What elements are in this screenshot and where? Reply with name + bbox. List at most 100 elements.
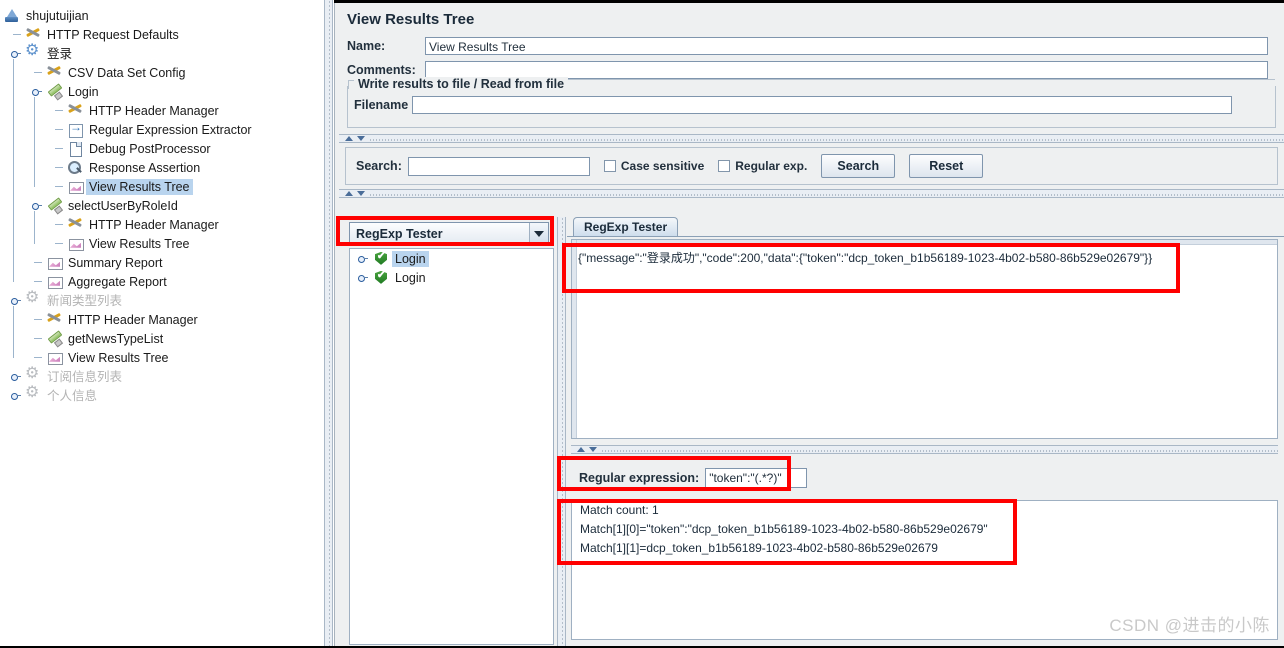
listener-icon bbox=[46, 274, 63, 290]
extractor-icon bbox=[67, 119, 84, 138]
match-line: Match[1][0]="token":"dcp_token_b1b56189-… bbox=[580, 522, 988, 536]
tree-expand-handle-icon[interactable] bbox=[11, 391, 21, 400]
tree-item[interactable]: Summary Report bbox=[0, 253, 165, 272]
collapse-up-icon[interactable] bbox=[345, 136, 353, 141]
tree-expand-handle-icon[interactable] bbox=[358, 273, 368, 283]
search-button[interactable]: Search bbox=[821, 154, 896, 178]
tree-connector bbox=[34, 319, 42, 320]
tree-item[interactable]: Response Assertion bbox=[0, 158, 203, 177]
listener-icon bbox=[67, 236, 84, 252]
tree-connector bbox=[34, 211, 35, 244]
match-line: Match count: 1 bbox=[580, 503, 659, 517]
success-shield-icon bbox=[373, 249, 390, 267]
regular-expression-row: Regular expression: "token":"(.*?)" bbox=[571, 463, 1278, 493]
regular-expression-input[interactable]: "token":"(.*?)" bbox=[705, 468, 808, 488]
tree-connector bbox=[34, 357, 42, 358]
tree-item-label: View Results Tree bbox=[89, 236, 190, 251]
write-results-group: Write results to file / Read from file F… bbox=[347, 77, 1276, 128]
search-toolbar: Search: Case sensitive Regular exp. Sear… bbox=[345, 147, 1278, 185]
tree-item[interactable]: CSV Data Set Config bbox=[0, 63, 188, 82]
regular-exp-label: Regular exp. bbox=[735, 159, 808, 173]
detail-column: RegExp Tester {"message":"登录成功","code":2… bbox=[567, 217, 1284, 648]
tree-connector bbox=[55, 224, 63, 225]
tab-regexp-tester[interactable]: RegExp Tester bbox=[573, 217, 679, 237]
detail-inner-divider[interactable] bbox=[571, 445, 1278, 454]
tree-expand-handle-icon[interactable] bbox=[11, 296, 21, 305]
result-row[interactable]: Login bbox=[350, 249, 553, 268]
reset-button[interactable]: Reset bbox=[909, 154, 984, 178]
regular-exp-checkbox[interactable]: Regular exp. bbox=[718, 159, 807, 173]
tree-item-label: Aggregate Report bbox=[68, 274, 167, 289]
filename-label: Filename bbox=[354, 98, 409, 112]
response-scroll-left[interactable] bbox=[572, 240, 577, 438]
tree-expand-handle-icon[interactable] bbox=[11, 49, 21, 58]
result-row[interactable]: Login bbox=[350, 268, 553, 287]
tree-expand-handle-icon[interactable] bbox=[32, 87, 42, 96]
tree-item[interactable]: View Results Tree bbox=[0, 234, 193, 253]
collapse-up-icon[interactable] bbox=[345, 191, 353, 196]
test-plan-tree[interactable]: shujutuijian HTTP Request Defaults 登录 CSV D… bbox=[0, 0, 323, 648]
tree-item-label: 登录 bbox=[47, 46, 73, 61]
tree-expand-handle-icon[interactable] bbox=[358, 254, 368, 264]
tree-item[interactable]: View Results Tree bbox=[0, 177, 193, 196]
tree-item-label: shujutuijian bbox=[26, 8, 89, 23]
watermark: CSDN @进击的小陈 bbox=[1109, 616, 1270, 635]
results-detail-divider[interactable] bbox=[557, 217, 566, 648]
tree-connector bbox=[34, 72, 42, 73]
checkbox-box[interactable] bbox=[718, 160, 731, 172]
collapse-down-icon[interactable] bbox=[357, 136, 365, 141]
tree-item-label: Regular Expression Extractor bbox=[89, 122, 252, 137]
tree-connector bbox=[55, 129, 63, 130]
tree-expand-handle-icon[interactable] bbox=[11, 372, 21, 381]
document-icon bbox=[67, 141, 84, 157]
thread-group-icon bbox=[25, 43, 42, 62]
collapse-down-icon[interactable] bbox=[357, 191, 365, 196]
tree-item-label: 个人信息 bbox=[47, 388, 98, 403]
divider-grip bbox=[601, 449, 1278, 452]
tree-item[interactable]: 个人信息 bbox=[0, 385, 100, 405]
tree-item[interactable]: getNewsTypeList bbox=[0, 329, 166, 348]
checkbox-box[interactable] bbox=[603, 160, 616, 172]
comments-label: Comments: bbox=[347, 63, 416, 77]
tree-item[interactable]: 登录 bbox=[0, 43, 75, 63]
tree-item-label: getNewsTypeList bbox=[68, 331, 164, 346]
test-plan-icon bbox=[4, 8, 21, 24]
tree-item[interactable]: Login bbox=[0, 82, 102, 101]
result-row-label: Login bbox=[392, 250, 429, 267]
horizontal-split-divider-bottom[interactable] bbox=[339, 189, 1284, 198]
response-text-area[interactable]: {"message":"登录成功","code":200,"data":{"to… bbox=[571, 239, 1278, 439]
collapse-up-icon[interactable] bbox=[577, 447, 585, 452]
search-label: Search: bbox=[356, 159, 402, 173]
tree-item-label: Login bbox=[68, 84, 99, 99]
tree-connector bbox=[55, 148, 63, 149]
sampler-icon bbox=[46, 198, 63, 214]
search-input[interactable] bbox=[407, 156, 590, 176]
tree-item-label: HTTP Header Manager bbox=[89, 217, 219, 232]
name-input[interactable]: View Results Tree bbox=[425, 37, 1268, 55]
name-row: Name: View Results Tree bbox=[339, 36, 1284, 56]
tree-item[interactable]: 订阅信息列表 bbox=[0, 366, 125, 386]
tree-item[interactable]: selectUserByRoleId bbox=[0, 196, 181, 215]
render-format-combo[interactable]: RegExp Tester bbox=[349, 222, 549, 246]
divider-grip bbox=[369, 193, 1284, 196]
tree-connector bbox=[55, 243, 63, 244]
tree-item[interactable]: Regular Expression Extractor bbox=[0, 119, 255, 139]
response-text: {"message":"登录成功","code":200,"data":{"to… bbox=[578, 251, 1153, 265]
collapse-down-icon[interactable] bbox=[589, 447, 597, 452]
tree-item-label: 新闻类型列表 bbox=[47, 293, 123, 308]
tree-item-label: Debug PostProcessor bbox=[89, 141, 211, 156]
tree-item[interactable]: 新闻类型列表 bbox=[0, 290, 125, 310]
tree-item[interactable]: HTTP Header Manager bbox=[0, 310, 201, 329]
sampler-icon bbox=[46, 84, 63, 100]
chevron-down-icon[interactable] bbox=[529, 223, 548, 245]
case-sensitive-label: Case sensitive bbox=[620, 159, 705, 173]
window-top-edge bbox=[334, 0, 1284, 3]
vertical-split-divider[interactable] bbox=[324, 0, 333, 648]
sample-results-tree[interactable]: Login Login bbox=[349, 248, 554, 645]
horizontal-split-divider-top[interactable] bbox=[339, 134, 1284, 143]
filename-input[interactable] bbox=[412, 96, 1232, 114]
tree-item[interactable]: shujutuijian bbox=[0, 6, 92, 25]
case-sensitive-checkbox[interactable]: Case sensitive bbox=[603, 159, 705, 173]
tree-expand-handle-icon[interactable] bbox=[32, 201, 42, 210]
tree-item[interactable]: Debug PostProcessor bbox=[0, 139, 214, 158]
